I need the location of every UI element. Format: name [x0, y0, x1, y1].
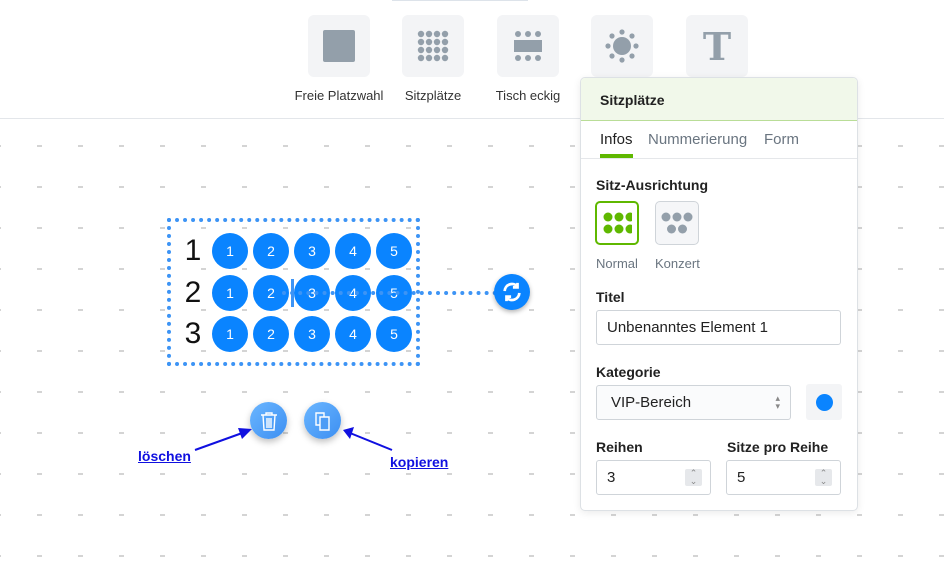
annotation-copy: kopieren [390, 454, 449, 470]
rows-stepper[interactable]: ⌃ ⌄ [685, 469, 702, 486]
category-select[interactable]: VIP-Bereich ▴ ▾ [596, 385, 791, 420]
seats-stepper[interactable]: ⌃ ⌄ [815, 469, 832, 486]
category-label: Kategorie [596, 364, 661, 380]
orientation-konzert-label: Konzert [655, 256, 700, 271]
panel-tabs: Infos Nummerierung Form [581, 121, 857, 159]
tab-infos[interactable]: Infos [600, 131, 633, 148]
seats-value: 5 [737, 469, 746, 486]
seats-concert-icon [661, 212, 693, 234]
properties-panel: Sitzplätze Infos Nummerierung Form Sitz-… [580, 77, 858, 511]
category-color-button[interactable] [806, 384, 842, 420]
orientation-label: Sitz-Ausrichtung [596, 177, 708, 193]
tab-form[interactable]: Form [764, 131, 799, 148]
active-tab-indicator [600, 154, 633, 158]
orientation-konzert[interactable] [655, 201, 699, 245]
seats-normal-icon [603, 212, 632, 234]
title-label: Titel [596, 289, 625, 305]
annotation-delete: löschen [138, 448, 191, 464]
title-input[interactable]: Unbenanntes Element 1 [596, 310, 841, 345]
orientation-normal-label: Normal [596, 256, 638, 271]
panel-title: Sitzplätze [581, 78, 857, 121]
rows-input[interactable]: 3 ⌃ ⌄ [596, 460, 711, 495]
seats-per-row-label: Sitze pro Reihe [727, 439, 829, 455]
select-arrows-icon: ▴ ▾ [775, 393, 780, 411]
seats-per-row-input[interactable]: 5 ⌃ ⌄ [726, 460, 841, 495]
rows-label: Reihen [596, 439, 643, 455]
tab-nummerierung[interactable]: Nummerierung [648, 131, 747, 148]
rows-value: 3 [607, 469, 616, 486]
orientation-normal[interactable] [595, 201, 639, 245]
color-swatch [815, 393, 833, 411]
category-value: VIP-Bereich [611, 394, 692, 411]
